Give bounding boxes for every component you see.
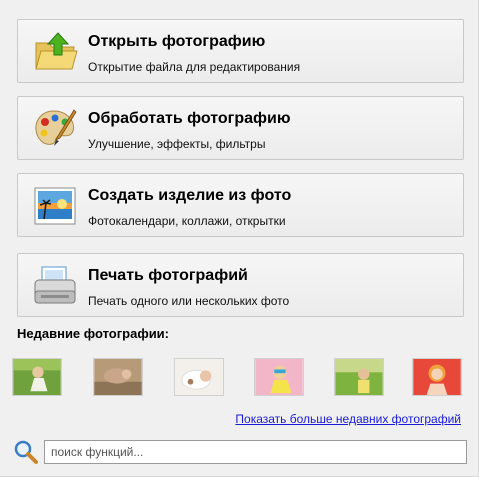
recent-photos-heading: Недавние фотографии: (17, 326, 170, 341)
search-icon (14, 440, 38, 464)
edit-photo-title: Обработать фотографию (88, 110, 291, 127)
create-product-subtitle: Фотокалендари, коллажи, открытки (88, 214, 286, 228)
photo-icon (34, 187, 76, 225)
recent-photo-thumbnail[interactable] (334, 358, 384, 396)
open-photo-button[interactable]: Открыть фотографию Открытие файла для ре… (17, 19, 464, 83)
create-product-button[interactable]: Создать изделие из фото Фотокалендари, к… (17, 173, 464, 237)
recent-photo-thumbnail[interactable] (412, 358, 462, 396)
printer-icon (34, 266, 76, 304)
recent-photo-thumbnail[interactable] (254, 358, 304, 396)
recent-photos-strip (12, 358, 467, 398)
open-photo-title: Открыть фотографию (88, 33, 266, 50)
open-folder-icon (35, 32, 78, 70)
show-more-recent-link[interactable]: Показать больше недавних фотографий (235, 412, 461, 426)
search-functions-input[interactable] (44, 440, 467, 464)
edit-photo-subtitle: Улучшение, эффекты, фильтры (88, 137, 266, 151)
open-photo-subtitle: Открытие файла для редактирования (88, 60, 301, 74)
print-photos-subtitle: Печать одного или нескольких фото (88, 294, 290, 308)
edit-photo-button[interactable]: Обработать фотографию Улучшение, эффекты… (17, 96, 464, 160)
print-photos-title: Печать фотографий (88, 267, 248, 284)
recent-photo-thumbnail[interactable] (12, 358, 62, 396)
recent-photo-thumbnail[interactable] (174, 358, 224, 396)
start-panel: Открыть фотографию Открытие файла для ре… (0, 0, 479, 477)
recent-photo-thumbnail[interactable] (93, 358, 143, 396)
palette-icon (35, 109, 77, 146)
create-product-title: Создать изделие из фото (88, 187, 292, 204)
print-photos-button[interactable]: Печать фотографий Печать одного или неск… (17, 253, 464, 317)
